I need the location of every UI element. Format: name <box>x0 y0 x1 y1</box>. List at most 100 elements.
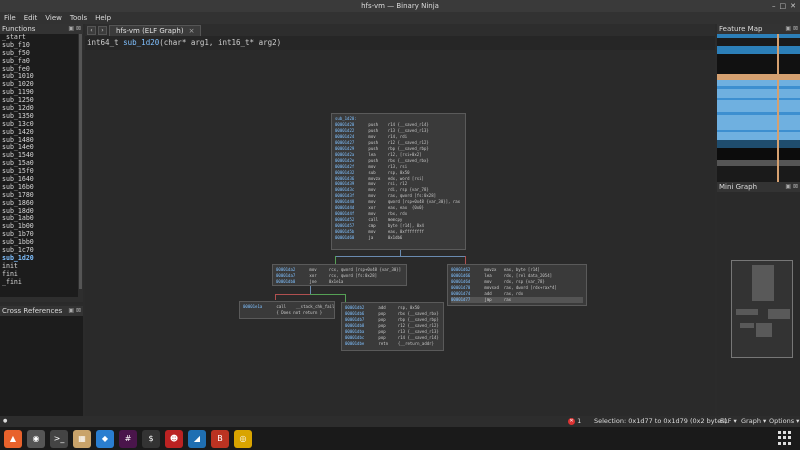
slack-icon[interactable]: # <box>119 429 137 448</box>
instruction-operands: rsp, 0x50 <box>397 305 420 310</box>
mini-graph-viewport[interactable] <box>731 260 793 358</box>
menu-tools[interactable]: Tools <box>70 14 87 22</box>
basic-block-entry[interactable]: sub_1d20: 00001d20 push r14 {__saved_r14}… <box>331 113 466 250</box>
signature-return-type: int64_t <box>87 38 119 47</box>
instruction-operands: rdi, rsp {var_78} <box>387 187 429 193</box>
basic-block-return[interactable]: 00001db2 add rsp, 0x50 00001db6 pop rbx {… <box>341 302 444 351</box>
graph-edge <box>335 256 336 264</box>
graph-edge <box>275 294 276 300</box>
instruction-operands: {__return_addr} <box>397 340 434 346</box>
function-list[interactable]: _start sub_f10 sub_f50 sub_fa0 sub_fe0 sub_10… <box>0 34 78 297</box>
instruction-row[interactable]: 00001d60 ja 0x1db6 <box>335 235 462 241</box>
calendar-icon[interactable]: ▦ <box>73 429 91 448</box>
signature-function-name[interactable]: sub_1d20 <box>123 38 159 47</box>
instruction-operands: rcx, qword [fs:0x28] <box>328 272 378 278</box>
graph-edge <box>310 294 346 295</box>
instruction-row[interactable]: 00001db0 jne 0x1e1a <box>276 279 403 285</box>
vscode-icon[interactable]: ◢ <box>188 429 206 448</box>
back-button[interactable]: ‹ <box>87 25 96 35</box>
instruction-operands: rdx, [rel data_2054] <box>503 272 553 278</box>
tab-close-icon[interactable]: × <box>189 26 195 36</box>
tab-label: hfs-vm (ELF Graph) <box>116 26 184 35</box>
instruction-operands: rsp, 0x50 <box>387 169 410 175</box>
camera-icon[interactable]: ◉ <box>27 429 45 448</box>
feature-map-band <box>717 98 800 100</box>
xrefs-list[interactable] <box>0 316 83 416</box>
graph-view[interactable]: sub_1d20: 00001d20 push r14 {__saved_r14}… <box>85 50 715 416</box>
instruction-mnemonic: retn <box>378 340 389 346</box>
terminal-icon[interactable]: $ <box>142 429 160 448</box>
basic-block-stack-check[interactable]: 00001da2 mov rcx, qword [rsp+0x48 {var_3… <box>272 264 407 286</box>
view-type-select[interactable]: ELF ▾ <box>720 416 737 427</box>
menu-bar: File Edit View Tools Help <box>0 12 800 24</box>
instruction-operands: byte [r14], 0x4 <box>387 223 424 229</box>
window-controls: – □ ✕ <box>772 1 796 11</box>
panel-dock-buttons[interactable]: ▣ ⊠ <box>68 24 81 34</box>
close-button[interactable]: ✕ <box>790 1 796 11</box>
instruction-row[interactable]: 00001dbe retn {__return_addr} <box>345 341 440 347</box>
menu-edit[interactable]: Edit <box>24 14 38 22</box>
instruction-operands: rbp {__saved_rbp} <box>387 145 429 151</box>
forward-button[interactable]: › <box>98 25 107 35</box>
instruction-mnemonic: jne <box>309 278 317 284</box>
menu-help[interactable]: Help <box>95 14 111 22</box>
menu-file[interactable]: File <box>4 14 16 22</box>
options-menu[interactable]: Options ▾ <box>769 416 799 427</box>
feature-map-cursor[interactable] <box>777 34 779 182</box>
feature-map[interactable] <box>717 34 800 182</box>
instruction-mnemonic: jmp <box>484 296 492 302</box>
instruction-operands: 0x1e1a <box>328 278 344 284</box>
instruction-operands: r12, [rsi+0x2] <box>387 151 422 157</box>
mini-graph-block <box>736 309 758 315</box>
instruction-operands: eax, byte [r14] <box>503 267 540 272</box>
app-launcher-icon[interactable]: ▲ <box>4 429 22 448</box>
mini-graph[interactable] <box>717 192 800 416</box>
maximize-button[interactable]: □ <box>780 1 787 11</box>
instruction-operands: qword [rsp+0x48 {var_30}], rax <box>387 199 461 205</box>
instruction-operands: __stack_chk_fail <box>295 304 335 309</box>
panel-dock-buttons[interactable]: ▣ ⊠ <box>785 182 798 192</box>
signature-params: (char* arg1, int16_t* arg2) <box>159 38 282 47</box>
functions-panel-title: Functions <box>2 25 36 33</box>
instruction-operands: rax, rdx <box>503 290 524 296</box>
graph-edge <box>465 256 466 264</box>
instruction-operands: eax, 0xffffffff <box>387 229 424 235</box>
feature-map-header: Feature Map ▣ ⊠ <box>717 24 800 34</box>
feature-map-band <box>717 140 800 148</box>
app-grid-icon[interactable] <box>778 431 792 445</box>
function-list-scrollbar[interactable] <box>78 34 83 297</box>
selection-status: Selection: 0x1d77 to 0x1d79 (0x2 bytes) <box>594 417 728 425</box>
panel-dock-buttons[interactable]: ▣ ⊠ <box>68 306 81 316</box>
tab-elf-graph[interactable]: hfs-vm (ELF Graph) × <box>109 24 202 36</box>
instruction-operands: rax, dword [rdx+rax*4] <box>503 284 557 290</box>
terminal-dark-icon[interactable]: >_ <box>50 429 68 448</box>
error-count[interactable]: ✕ 1 <box>568 416 581 427</box>
feature-map-band <box>717 54 800 74</box>
xrefs-panel-title: Cross References <box>2 307 63 315</box>
instruction-row[interactable]: { Does not return } <box>243 310 331 316</box>
instruction-address: 00001d60 <box>335 235 355 241</box>
chrome-icon[interactable]: ◎ <box>234 429 252 448</box>
scrollbar-thumb[interactable] <box>79 34 82 289</box>
basic-block-switch[interactable]: 00001d62 movzx eax, byte [r14] 00001d66 l… <box>447 264 587 306</box>
binja-icon[interactable]: B <box>211 429 229 448</box>
instruction-address: 00001dbe <box>345 340 365 346</box>
instruction-mnemonic: ja <box>368 235 374 241</box>
ghidra-icon[interactable]: ☻ <box>165 429 183 448</box>
panel-dock-buttons[interactable]: ▣ ⊠ <box>785 24 798 34</box>
function-list-hscrollbar[interactable] <box>0 297 83 302</box>
menu-view[interactable]: View <box>45 14 62 22</box>
basic-block-stack-fail[interactable]: 00001e1a call __stack_chk_fail { Does no… <box>239 301 335 319</box>
function-signature[interactable]: int64_t sub_1d20(char* arg1, int16_t* ar… <box>85 36 715 50</box>
view-mode-select[interactable]: Graph ▾ <box>741 416 766 427</box>
instruction-operands: rbp {__saved_rbp} <box>397 316 439 322</box>
docker-icon[interactable]: ◆ <box>96 429 114 448</box>
cross-references-panel: Cross References ▣ ⊠ <box>0 306 83 416</box>
xrefs-panel-header: Cross References ▣ ⊠ <box>0 306 83 316</box>
instruction-row[interactable]: 00001d77 jmp rax <box>451 296 583 303</box>
instruction-operands: 0x1db6 <box>387 235 403 241</box>
instruction-operands: rax <box>503 296 512 302</box>
minimize-button[interactable]: – <box>772 1 776 11</box>
instruction-operands: r13 {__saved_r13} <box>387 127 429 133</box>
function-list-item[interactable]: _fini <box>0 278 78 287</box>
